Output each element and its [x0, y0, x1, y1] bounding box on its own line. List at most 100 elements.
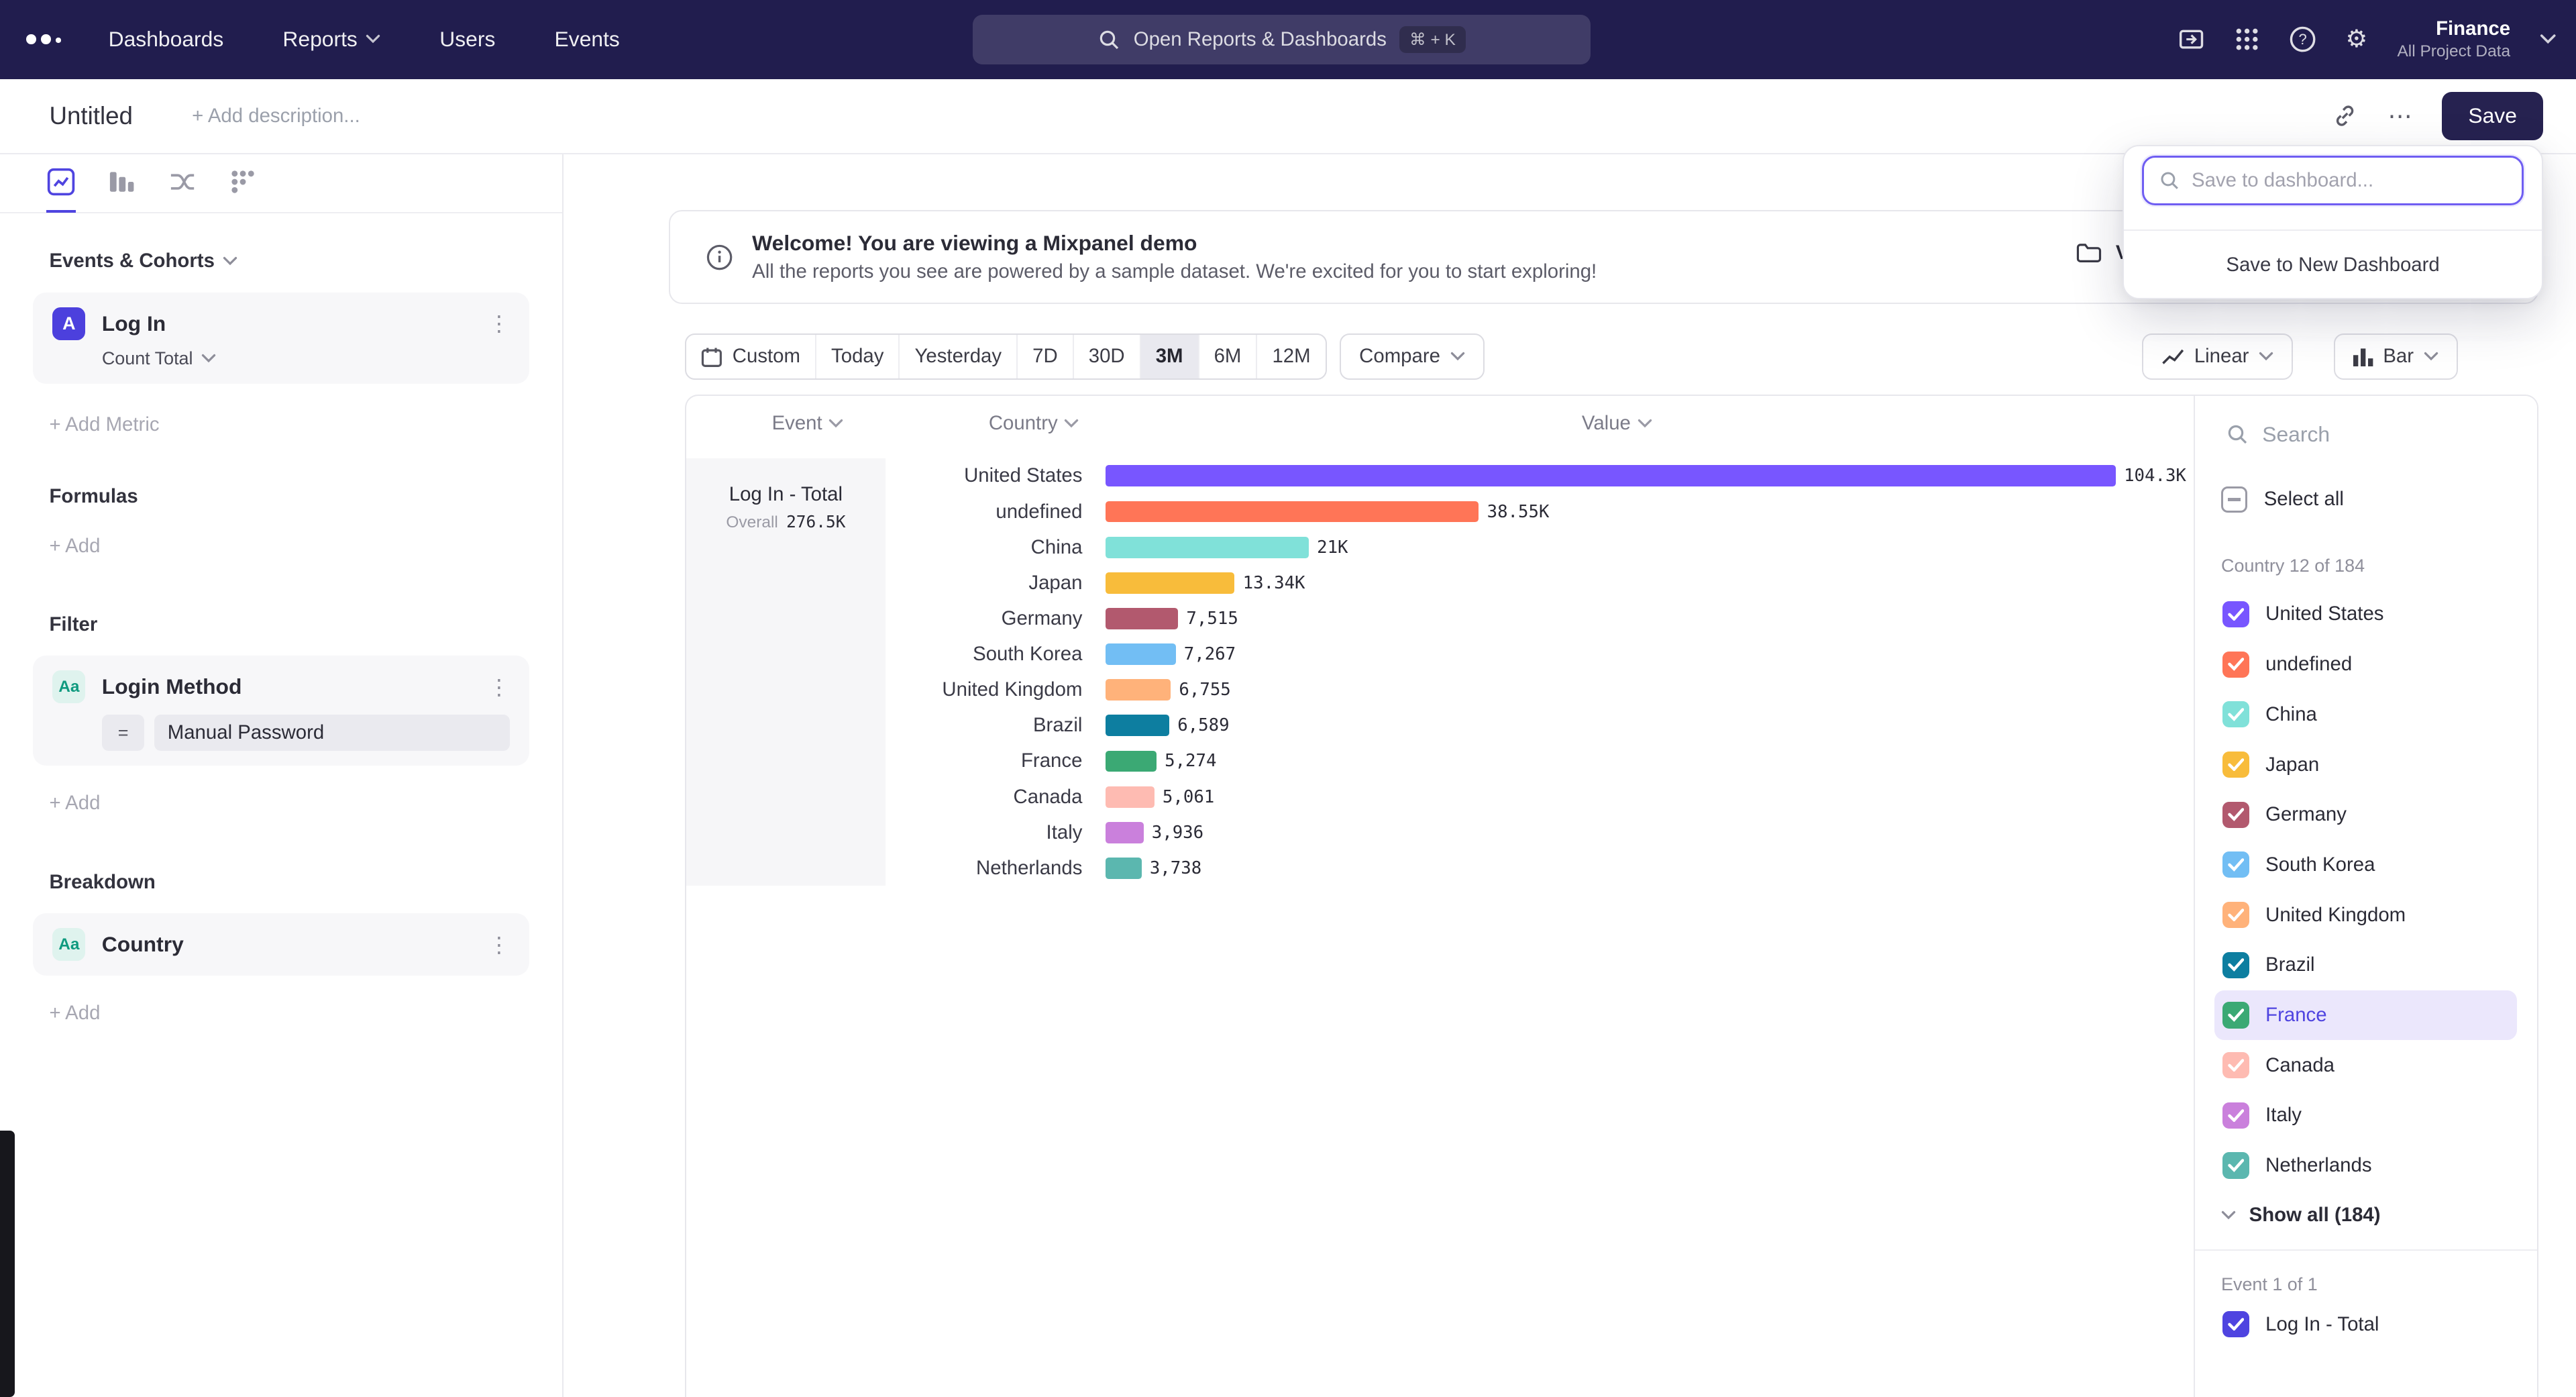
legend-checkbox[interactable] [2222, 1052, 2249, 1078]
legend-checkbox[interactable] [2222, 601, 2249, 627]
tab-flows[interactable] [168, 154, 197, 213]
select-all-row[interactable]: Select all [2221, 486, 2537, 513]
show-all-button[interactable]: Show all (184) [2221, 1204, 2537, 1227]
legend-item[interactable]: China [2214, 689, 2517, 739]
event-series-cell[interactable]: Log In - Total Overall 276.5K [686, 458, 885, 886]
filter-card[interactable]: Aa Login Method ⋮ = Manual Password [33, 656, 529, 766]
metric-card[interactable]: A Log In ⋮ Count Total [33, 293, 529, 384]
date-range-segment[interactable]: Today [816, 335, 900, 378]
compare-button[interactable]: Compare [1340, 333, 1484, 380]
legend-item[interactable]: Netherlands [2214, 1141, 2517, 1191]
column-header-value[interactable]: Value [1582, 412, 1652, 435]
connect-data-icon[interactable] [2178, 26, 2204, 52]
bar[interactable] [1106, 751, 1157, 772]
filter-operator[interactable]: = [102, 715, 145, 751]
add-description-field[interactable]: + Add description... [192, 105, 360, 127]
bar[interactable] [1106, 501, 1479, 523]
bar-row[interactable]: China 21K [885, 529, 2196, 565]
legend-checkbox[interactable] [2222, 701, 2249, 727]
legend-checkbox[interactable] [2222, 752, 2249, 778]
legend-checkbox[interactable] [2222, 851, 2249, 878]
column-header-event[interactable]: Event [772, 412, 844, 435]
bar[interactable] [1106, 715, 1169, 736]
more-options-icon[interactable]: ⋯ [2387, 101, 2412, 130]
legend-checkbox[interactable] [2222, 952, 2249, 978]
mixpanel-logo[interactable] [26, 34, 69, 44]
metric-kebab-icon[interactable]: ⋮ [488, 311, 510, 336]
nav-link[interactable]: Users [439, 27, 495, 52]
tab-funnels[interactable] [107, 154, 136, 213]
aggregation-dropdown[interactable]: Count Total [102, 348, 510, 369]
bar-row[interactable]: undefined 38.55K [885, 494, 2196, 529]
bar[interactable] [1106, 643, 1176, 665]
tab-insights[interactable] [46, 154, 76, 213]
nav-link[interactable]: Dashboards [109, 27, 224, 52]
legend-checkbox[interactable] [2222, 902, 2249, 928]
bar[interactable] [1106, 572, 1235, 594]
legend-item[interactable]: Japan [2214, 739, 2517, 790]
bar-row[interactable]: Japan 13.34K [885, 565, 2196, 601]
filter-kebab-icon[interactable]: ⋮ [488, 674, 510, 700]
legend-checkbox[interactable] [2222, 1002, 2249, 1028]
save-button[interactable]: Save [2442, 92, 2543, 140]
save-dashboard-search[interactable] [2142, 156, 2524, 205]
filter-value[interactable]: Manual Password [154, 715, 509, 751]
legend-checkbox[interactable] [2222, 1152, 2249, 1178]
tab-retention[interactable] [228, 154, 258, 213]
bar-row[interactable]: United Kingdom 6,755 [885, 672, 2196, 708]
help-icon[interactable]: ? [2290, 26, 2316, 52]
add-formula-button[interactable]: + Add [49, 535, 562, 558]
bar-row[interactable]: Italy 3,936 [885, 815, 2196, 850]
add-metric-button[interactable]: + Add Metric [49, 413, 562, 436]
chart-type-button[interactable]: Bar [2334, 333, 2457, 380]
nav-link[interactable]: Reports [282, 27, 380, 52]
add-breakdown-button[interactable]: + Add [49, 1002, 562, 1025]
date-range-segment[interactable]: 3M [1141, 335, 1199, 378]
report-title[interactable]: Untitled [49, 102, 133, 130]
project-chevron-icon[interactable] [2540, 34, 2556, 45]
legend-search-input[interactable] [2262, 422, 2492, 447]
settings-gear-icon[interactable]: ⚙ [2345, 27, 2367, 52]
global-search-button[interactable]: Open Reports & Dashboards ⌘ + K [973, 15, 1591, 64]
breakdown-property-name[interactable]: Country [102, 932, 184, 957]
bar[interactable] [1106, 465, 2116, 486]
legend-item[interactable]: Italy [2214, 1090, 2517, 1141]
legend-item[interactable]: Germany [2214, 790, 2517, 840]
bar[interactable] [1106, 858, 1142, 879]
project-selector[interactable]: Finance All Project Data [2397, 17, 2510, 62]
date-range-segment[interactable]: 6M [1199, 335, 1258, 378]
column-header-country[interactable]: Country [989, 412, 1079, 435]
legend-checkbox[interactable] [2222, 652, 2249, 678]
metric-event-name[interactable]: Log In [102, 311, 166, 336]
view-sample-button[interactable]: V [2076, 242, 2129, 264]
bar-row[interactable]: Netherlands 3,738 [885, 850, 2196, 886]
legend-checkbox[interactable] [2222, 802, 2249, 828]
share-link-icon[interactable] [2332, 103, 2358, 129]
bar-row[interactable]: Germany 7,515 [885, 601, 2196, 636]
legend-item[interactable]: United Kingdom [2214, 890, 2517, 940]
date-range-segment[interactable]: 30D [1074, 335, 1141, 378]
bar[interactable] [1106, 822, 1144, 843]
bar-row[interactable]: France 5,274 [885, 743, 2196, 779]
legend-search[interactable] [2226, 422, 2536, 447]
bar-row[interactable]: United States 104.3K [885, 458, 2196, 494]
breakdown-kebab-icon[interactable]: ⋮ [488, 932, 510, 958]
legend-item[interactable]: United States [2214, 589, 2517, 639]
bar-row[interactable]: Brazil 6,589 [885, 708, 2196, 743]
date-range-segment[interactable]: Yesterday [900, 335, 1018, 378]
save-to-new-dashboard-option[interactable]: Save to New Dashboard [2124, 231, 2542, 298]
nav-link[interactable]: Events [555, 27, 620, 52]
date-range-segment[interactable]: 7D [1018, 335, 1074, 378]
legend-checkbox[interactable] [2222, 1102, 2249, 1129]
bar-row[interactable]: Canada 5,061 [885, 779, 2196, 815]
legend-item[interactable]: Brazil [2214, 940, 2517, 990]
bar[interactable] [1106, 679, 1171, 701]
save-dashboard-input[interactable] [2192, 169, 2507, 192]
apps-grid-icon[interactable] [2234, 26, 2260, 52]
select-all-checkbox[interactable] [2221, 486, 2247, 513]
add-filter-button[interactable]: + Add [49, 792, 562, 815]
event-legend-item[interactable]: Log In - Total [2222, 1311, 2536, 1337]
events-cohorts-section-label[interactable]: Events & Cohorts [49, 250, 562, 272]
breakdown-card[interactable]: Aa Country ⋮ [33, 913, 529, 976]
bar[interactable] [1106, 608, 1178, 629]
